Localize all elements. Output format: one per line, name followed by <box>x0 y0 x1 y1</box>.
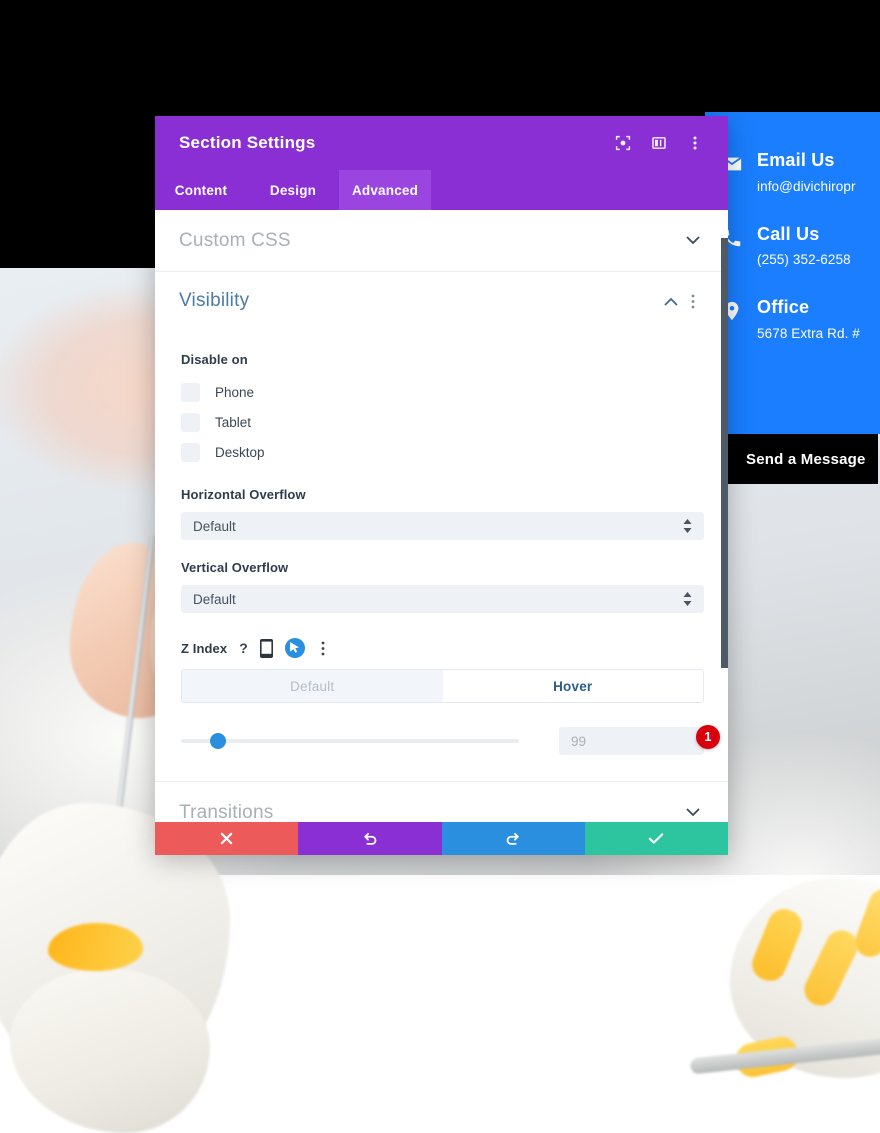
modal-tab-bar: Content Design Advanced <box>155 170 728 210</box>
horizontal-overflow-select[interactable]: Default <box>181 512 704 540</box>
contact-subtext: (255) 352-6258 <box>757 252 851 268</box>
visibility-section-content: Disable on Phone Tablet Desktop Horizont… <box>155 330 728 782</box>
photo-spinal-disc <box>48 923 143 971</box>
checkbox-label: Tablet <box>215 414 252 430</box>
contact-item-email[interactable]: Email Us info@divichiropr <box>721 150 880 194</box>
modal-scrollbar[interactable] <box>721 210 728 822</box>
more-vertical-icon[interactable] <box>317 641 329 656</box>
z-index-value-wrap: 99 1 <box>559 725 720 755</box>
modal-footer <box>155 822 728 855</box>
section-settings-modal: Section Settings Content Design Advanced… <box>155 116 728 855</box>
contact-title: Office <box>757 297 810 318</box>
chevron-up-icon[interactable] <box>660 297 682 306</box>
state-tab-hover[interactable]: Hover <box>442 670 703 702</box>
checkbox-label: Desktop <box>215 444 265 460</box>
select-value: Default <box>193 591 236 607</box>
status-badge: 1 <box>696 725 720 749</box>
contact-subtext: info@divichiropr <box>757 178 856 194</box>
contact-subtext: 5678 Extra Rd. # <box>757 325 860 341</box>
vertical-overflow-select[interactable]: Default <box>181 585 704 613</box>
slider-handle[interactable] <box>210 733 227 749</box>
horizontal-overflow-label: Horizontal Overflow <box>181 487 306 502</box>
chevron-down-icon[interactable] <box>682 808 704 817</box>
mobile-device-icon[interactable] <box>259 638 273 658</box>
accordion-label: Custom CSS <box>179 229 291 251</box>
select-stepper-icon <box>683 519 692 533</box>
page-title: Section Settings <box>179 133 316 152</box>
accordion-transitions[interactable]: Transitions <box>155 782 728 822</box>
state-tab-default[interactable]: Default <box>182 670 443 702</box>
contact-info-panel: Email Us info@divichiropr Call Us (255) … <box>705 112 880 434</box>
select-stepper-icon <box>683 592 692 606</box>
checkbox-desktop[interactable] <box>181 442 200 462</box>
horizontal-overflow-field: Horizontal Overflow Default <box>181 487 704 540</box>
accordion-visibility[interactable]: Visibility <box>155 272 728 330</box>
more-vertical-icon[interactable] <box>680 128 710 158</box>
checkbox-tablet[interactable] <box>181 412 200 432</box>
undo-button[interactable] <box>298 822 442 855</box>
accordion-label: Visibility <box>179 290 250 311</box>
disable-on-label: Disable on <box>181 352 248 367</box>
z-index-slider[interactable] <box>181 733 519 749</box>
checkbox-row-phone[interactable]: Phone <box>181 377 704 407</box>
vertical-overflow-label: Vertical Overflow <box>181 560 289 575</box>
vertical-overflow-field: Vertical Overflow Default <box>181 560 704 613</box>
layout-columns-icon[interactable] <box>644 128 674 158</box>
state-tab-group: Default Hover <box>181 669 704 703</box>
photo-vertebra-left-lower <box>10 968 210 1133</box>
contact-title: Call Us <box>757 223 820 244</box>
save-button[interactable] <box>584 822 728 855</box>
contact-item-office[interactable]: Office 5678 Extra Rd. # <box>721 297 880 341</box>
z-index-input[interactable]: 99 <box>559 727 704 755</box>
focus-target-icon[interactable] <box>608 128 638 158</box>
hover-cursor-icon[interactable] <box>284 638 305 658</box>
tab-content[interactable]: Content <box>155 170 247 210</box>
checkbox-phone[interactable] <box>181 382 200 402</box>
checkbox-label: Phone <box>215 384 255 400</box>
accordion-label: Transitions <box>179 801 274 823</box>
help-icon[interactable]: ? <box>239 640 248 656</box>
redo-button[interactable] <box>441 822 585 855</box>
z-index-slider-row: 99 1 <box>181 725 720 755</box>
accordion-custom-css[interactable]: Custom CSS <box>155 210 728 272</box>
checkbox-row-desktop[interactable]: Desktop <box>181 437 704 467</box>
modal-header: Section Settings <box>155 116 728 170</box>
send-a-message-button[interactable]: Send a Message <box>728 434 878 484</box>
cancel-button[interactable] <box>155 822 299 855</box>
z-index-control-row: Z Index ? <box>181 637 704 659</box>
scrollbar-thumb[interactable] <box>721 238 728 668</box>
contact-item-phone[interactable]: Call Us (255) 352-6258 <box>721 223 880 268</box>
tab-advanced[interactable]: Advanced <box>339 170 431 210</box>
more-vertical-icon[interactable] <box>682 294 704 309</box>
select-value: Default <box>193 518 236 534</box>
modal-body: Custom CSS Visibility Disable on Phone T… <box>155 210 728 822</box>
tab-design[interactable]: Design <box>247 170 339 210</box>
chevron-down-icon[interactable] <box>682 236 704 245</box>
z-index-label: Z Index <box>181 640 228 656</box>
contact-title: Email Us <box>757 150 835 170</box>
checkbox-row-tablet[interactable]: Tablet <box>181 407 704 437</box>
